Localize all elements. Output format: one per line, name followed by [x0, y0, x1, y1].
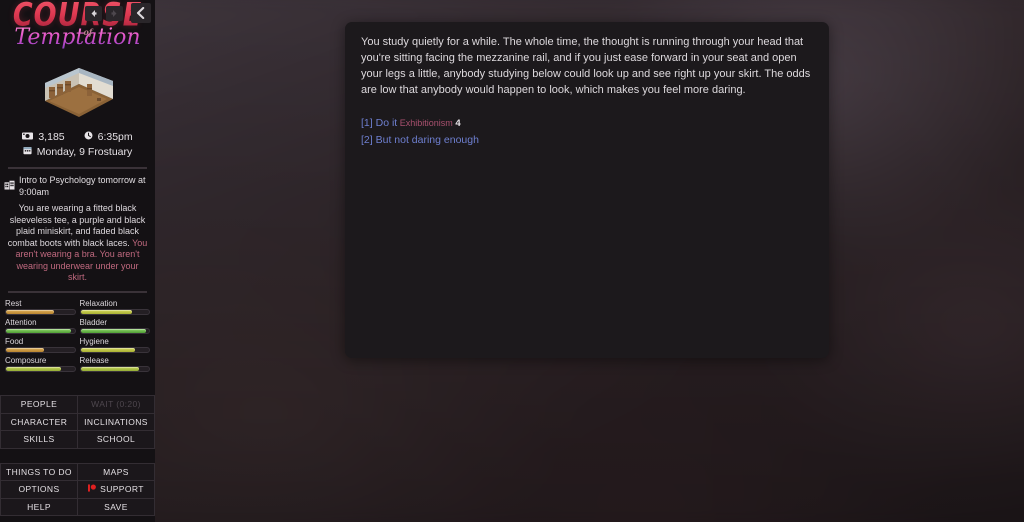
menu-button-label: OPTIONS	[18, 484, 60, 495]
choice-label: Do it	[372, 117, 398, 129]
outfit-text: You are wearing a fitted black sleeveles…	[7, 203, 146, 248]
menu-button-things-to-do[interactable]: THINGS TO DO	[1, 463, 78, 481]
stat-bar-fill	[6, 347, 44, 352]
stat-label: Composure	[5, 355, 47, 365]
menu-button-label: SCHOOL	[96, 434, 136, 445]
stat-rest: Rest	[5, 296, 76, 315]
schedule-notice: Intro to Psychology tomorrow at 9:00am	[0, 169, 155, 198]
stat-bar	[5, 327, 76, 334]
menu-button-save[interactable]: SAVE	[78, 498, 155, 516]
back-button[interactable]	[85, 5, 102, 21]
stat-label: Food	[5, 336, 24, 346]
secondary-menu: THINGS TO DO MAPS OPTIONS SUPPORT HELP SAVE	[0, 462, 155, 516]
choice-skill-value: 4	[452, 118, 461, 129]
time-value: 6:35pm	[97, 131, 133, 143]
forward-button[interactable]	[106, 5, 123, 21]
stat-bar-fill	[80, 366, 139, 371]
stat-label: Hygiene	[79, 336, 109, 346]
status-bar: 3,185 6:35pm Monday, 9 Frostuary	[0, 126, 155, 160]
stat-label: Bladder	[79, 317, 108, 327]
stat-bar	[79, 327, 150, 334]
story-text: You study quietly for a while. The whole…	[361, 36, 811, 96]
stat-release: Release	[79, 353, 150, 372]
stat-bladder: Bladder	[79, 315, 150, 334]
menu-button-character[interactable]: CHARACTER	[1, 413, 78, 431]
choice-option[interactable]: [1] Do it Exhibitionism 4	[361, 115, 813, 132]
arrow-right-icon	[111, 9, 117, 17]
menu-button-options[interactable]: OPTIONS	[1, 481, 78, 499]
stat-label: Release	[79, 355, 109, 365]
logo-of: of	[83, 27, 93, 37]
menu-button-help[interactable]: HELP	[1, 498, 78, 516]
menu-button-support[interactable]: SUPPORT	[78, 481, 155, 499]
menu-button-school[interactable]: SCHOOL	[78, 431, 155, 449]
choice-option[interactable]: [2] But not daring enough	[361, 132, 813, 149]
arrow-left-icon	[91, 9, 97, 17]
stat-label: Attention	[5, 317, 37, 327]
outfit-description: You are wearing a fitted black sleeveles…	[0, 198, 155, 284]
money-icon	[22, 130, 34, 145]
stat-hygiene: Hygiene	[79, 334, 150, 353]
navigation-controls	[85, 3, 151, 23]
menu-button-label: WAIT (0:20)	[91, 399, 141, 410]
menu-button-wait-0-20: WAIT (0:20)	[78, 396, 155, 414]
stat-bar	[79, 346, 150, 353]
isometric-library-room	[44, 68, 113, 117]
menu-button-label: PEOPLE	[20, 399, 58, 410]
primary-menu: PEOPLE WAIT (0:20) CHARACTER INCLINATIONS SK…	[0, 395, 155, 449]
choice-skill-tag: Exhibitionism	[397, 118, 453, 128]
stat-composure: Composure	[5, 353, 76, 372]
school-icon	[4, 180, 15, 193]
sidebar: COURSE of Temptation 3,185 6:35pm Monday…	[0, 0, 155, 522]
stat-bar	[5, 365, 76, 372]
stat-bar	[5, 346, 76, 353]
menu-button-label: SAVE	[104, 501, 128, 512]
calendar-icon	[23, 145, 32, 160]
menu-button-label: SUPPORT	[100, 484, 144, 495]
chevron-left-icon	[136, 7, 145, 19]
stat-bar-fill	[6, 366, 61, 371]
money-value: 3,185	[38, 131, 65, 143]
stat-bar-fill	[80, 347, 136, 352]
location-image	[0, 64, 155, 126]
choice-key: [2]	[361, 134, 373, 146]
choice-label: But not daring enough	[372, 134, 479, 146]
stat-attention: Attention	[5, 315, 76, 334]
story-panel: You study quietly for a while. The whole…	[345, 22, 829, 358]
stat-food: Food	[5, 334, 76, 353]
patreon-icon	[88, 484, 97, 494]
menu-button-label: INCLINATIONS	[84, 416, 148, 427]
menu-button-inclinations[interactable]: INCLINATIONS	[78, 413, 155, 431]
choice-list: [1] Do it Exhibitionism 4 [2] But not dar…	[361, 115, 813, 149]
menu-panel: PEOPLE WAIT (0:20) CHARACTER INCLINATIONS SK…	[0, 395, 155, 522]
stat-bar-fill	[6, 309, 54, 314]
stat-label: Relaxation	[79, 298, 118, 308]
date-value: Monday, 9 Frostuary	[36, 146, 133, 158]
schedule-text: Intro to Psychology tomorrow at 9:00am	[19, 175, 146, 197]
menu-button-people[interactable]: PEOPLE	[1, 396, 78, 414]
collapse-sidebar-button[interactable]	[131, 3, 151, 23]
stat-bar	[5, 308, 76, 315]
stats-panel: Rest Relaxation Attention Bladder Food Hygien…	[0, 293, 155, 372]
menu-spacer	[0, 449, 155, 463]
menu-button-label: HELP	[27, 501, 51, 512]
stat-label: Rest	[5, 298, 22, 308]
choice-key: [1]	[361, 117, 373, 129]
menu-button-maps[interactable]: MAPS	[78, 463, 155, 481]
menu-button-label: THINGS TO DO	[6, 466, 72, 477]
stat-relaxation: Relaxation	[79, 296, 150, 315]
stat-bar-fill	[80, 309, 132, 314]
stat-bar-fill	[80, 328, 146, 333]
menu-button-label: SKILLS	[23, 434, 55, 445]
menu-button-label: CHARACTER	[10, 416, 68, 427]
stat-bar-fill	[6, 328, 72, 333]
menu-button-label: MAPS	[103, 466, 129, 477]
stat-bar	[79, 308, 150, 315]
stat-bar	[79, 365, 150, 372]
clock-icon	[84, 130, 93, 145]
menu-button-skills[interactable]: SKILLS	[1, 431, 78, 449]
